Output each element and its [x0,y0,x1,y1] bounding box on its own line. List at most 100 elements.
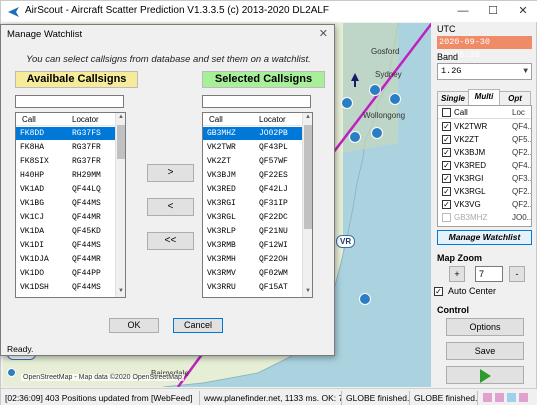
cancel-button[interactable]: Cancel [173,318,223,333]
manage-watchlist-button[interactable]: Manage Watchlist [437,230,532,245]
minimize-button[interactable]: — [448,1,478,22]
watchlist-row[interactable]: ✓ VK3RGL QF2.. [438,185,531,198]
available-filter-input[interactable] [15,95,124,108]
close-window-button[interactable]: ✕ [508,1,537,22]
list-item[interactable]: VK2ZT QF57WF [203,155,303,168]
list-item[interactable]: GB3MHZ JO02PB [203,127,303,140]
maximize-button[interactable]: ☐ [478,1,508,22]
airport-marker-icon[interactable] [371,127,383,139]
scroll-up-icon[interactable]: ▲ [117,113,125,122]
item-locator: RG37FR [72,157,101,166]
ok-button[interactable]: OK [109,318,159,333]
scrollbar-thumb[interactable] [304,125,312,229]
tab-single[interactable]: Single [437,91,469,105]
tab-opt[interactable]: Opt [499,91,531,105]
tab-multi[interactable]: Multi [468,89,500,105]
list-item[interactable]: VK3RED QF42LJ [203,183,303,196]
list-item[interactable]: VK1DA QF45KD [16,225,116,238]
station-label-right[interactable]: VR [336,235,356,248]
row-checkbox[interactable] [442,213,451,222]
row-checkbox[interactable]: ✓ [442,135,451,144]
remove-from-watchlist-button[interactable]: < [147,198,194,216]
row-checkbox[interactable]: ✓ [442,161,451,170]
list-item[interactable]: VK1BG QF44MS [16,197,116,210]
col-loc-header[interactable]: Loc [512,106,525,119]
airscout-app-icon [8,7,19,17]
selected-col-call[interactable]: Call [209,113,223,126]
watchlist-row[interactable]: ✓ VK2ZT QF5.. [438,133,531,146]
row-checkbox[interactable]: ✓ [442,148,451,157]
item-call: FK8HA [20,143,45,152]
list-item[interactable]: VK3RGL QF22DC [203,211,303,224]
auto-center-checkbox[interactable]: ✓ [434,287,443,296]
status-indicator-4 [519,393,528,402]
list-item[interactable]: VK1CJ QF44MR [16,211,116,224]
play-button[interactable] [446,366,524,384]
list-item[interactable]: VK3RRU QF15AT [203,281,303,294]
list-item[interactable]: FK8HA RG37FR [16,141,116,154]
scrollbar-thumb[interactable] [117,125,125,159]
available-col-call[interactable]: Call [22,113,36,126]
item-locator: QF44MS [72,241,101,250]
list-item[interactable]: VK1DO QF44PP [16,267,116,280]
auto-center-option[interactable]: ✓ Auto Center [434,286,496,296]
save-button[interactable]: Save [446,342,524,360]
list-item[interactable]: VK3RMB QF12WI [203,239,303,252]
status-indicator-3 [507,393,516,402]
watchlist-row[interactable]: GB3MHZ JO0.. [438,211,531,224]
col-call-header[interactable]: Call [454,106,468,119]
select-all-checkbox[interactable] [442,108,451,117]
row-checkbox[interactable]: ✓ [442,200,451,209]
row-locator: QF3.. [512,174,532,183]
add-to-watchlist-button[interactable]: > [147,164,194,182]
zoom-in-button[interactable]: + [449,266,465,282]
list-item[interactable]: VK1AD QF44LQ [16,183,116,196]
watchlist-row[interactable]: ✓ VK3RGI QF3.. [438,172,531,185]
list-item[interactable]: VK3RGI QF31IP [203,197,303,210]
available-list-scrollbar[interactable]: ▲ ▼ [115,113,125,297]
zoom-out-button[interactable]: - [509,266,525,282]
selected-callsigns-list[interactable]: Call Locator GB3MHZ JO02PB VK2TWR QF43PL VK2… [202,112,313,298]
watchlist-row[interactable]: ✓ VK3BJM QF2.. [438,146,531,159]
list-item[interactable]: VK1DI QF44MS [16,239,116,252]
available-col-locator[interactable]: Locator [72,113,99,126]
scroll-up-icon[interactable]: ▲ [304,113,312,122]
airport-marker-icon[interactable] [7,368,16,377]
dialog-close-button[interactable]: ✕ [319,27,328,40]
list-item[interactable]: VK3RMV QF02WM [203,267,303,280]
watchlist-row[interactable]: ✓ VK3VG QF2.. [438,198,531,211]
band-select[interactable]: 1.2G ▼ [437,63,532,80]
list-item[interactable]: VK2TWR QF43PL [203,141,303,154]
watchlist-row[interactable]: ✓ VK3RED QF4.. [438,159,531,172]
row-checkbox[interactable]: ✓ [442,122,451,131]
airport-marker-icon[interactable] [341,97,353,109]
selected-col-locator[interactable]: Locator [259,113,286,126]
list-item[interactable]: H40HP RH29MM [16,169,116,182]
airport-marker-icon[interactable] [369,84,381,96]
watchlist-row[interactable]: ✓ VK2TWR QF4.. [438,120,531,133]
airport-marker-icon[interactable] [389,93,401,105]
list-item[interactable]: VK1DJA QF44MR [16,253,116,266]
scroll-down-icon[interactable]: ▼ [304,287,312,296]
row-checkbox[interactable]: ✓ [442,174,451,183]
options-button[interactable]: Options [446,318,524,336]
zoom-input[interactable]: 7 [475,266,503,282]
remove-all-button[interactable]: << [147,232,194,250]
selected-list-scrollbar[interactable]: ▲ ▼ [302,113,312,297]
list-item[interactable]: VK3BJM QF22ES [203,169,303,182]
list-item[interactable]: VK3RLP QF21NU [203,225,303,238]
airport-marker-icon[interactable] [359,293,371,305]
watchlist-table[interactable]: Call Loc ✓ VK2TWR QF4.. ✓ VK2ZT QF5.. ✓ VK3BJM Q… [437,105,532,227]
list-item[interactable]: FK8DD RG37FS [16,127,116,140]
available-callsigns-list[interactable]: Call Locator FK8DD RG37FS FK8HA RG37FR FK8SI… [15,112,126,298]
list-item[interactable]: VK3RMH QF22OH [203,253,303,266]
list-item[interactable]: FK8SIX RG37FR [16,155,116,168]
row-checkbox[interactable]: ✓ [442,187,451,196]
item-locator: QF44MR [72,213,101,222]
selected-filter-input[interactable] [202,95,311,108]
scroll-down-icon[interactable]: ▼ [117,287,125,296]
selected-list-header: Call Locator [203,113,303,126]
airport-marker-icon[interactable] [349,131,361,143]
row-call: GB3MHZ [454,213,488,222]
list-item[interactable]: VK1DSH QF44MS [16,281,116,294]
